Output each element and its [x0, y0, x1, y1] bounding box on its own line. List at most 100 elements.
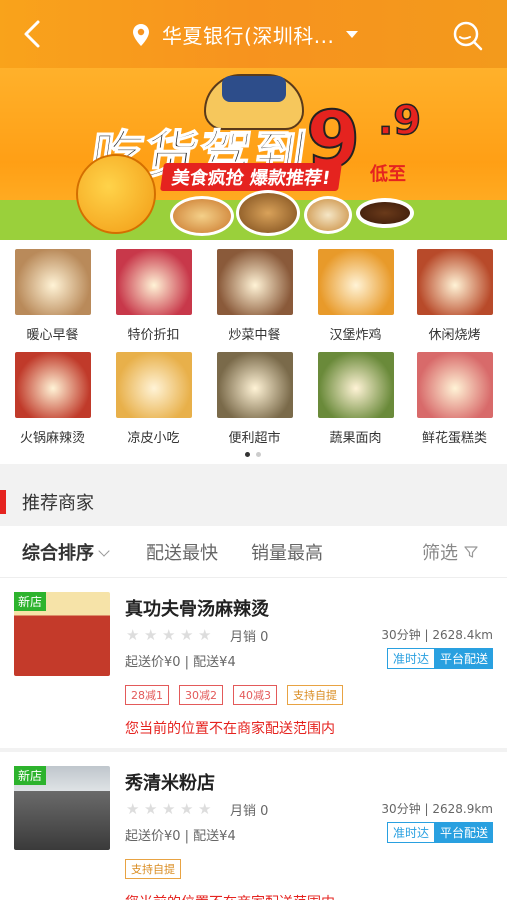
- category-label: 便利超市: [228, 431, 281, 446]
- promo-tags: 28减1 30减2 40减3 支持自提: [125, 685, 343, 705]
- star-icon: ★: [162, 800, 176, 818]
- out-of-range-warning: 您当前的位置不在商家配送范围内: [125, 892, 335, 900]
- category-grid: 暖心早餐 特价折扣 炒菜中餐 汉堡炸鸡 休闲烧烤 火锅麻辣烫 凉皮小吃 便利超市…: [0, 240, 507, 464]
- star-icon: ★: [180, 800, 194, 818]
- category-item[interactable]: 凉皮小吃: [103, 352, 204, 446]
- promo-banner[interactable]: 吃货驾到 9 .9 低至 美食疯抢 爆款推荐!: [0, 68, 507, 240]
- category-image: [317, 249, 394, 315]
- mascot-goggles: [222, 76, 286, 102]
- on-time-tag: 准时达: [386, 822, 435, 843]
- top-bar: 华夏银行(深圳科...: [0, 0, 507, 68]
- star-icon: ★: [180, 626, 194, 644]
- new-shop-badge: 新店: [14, 592, 47, 611]
- category-image: [115, 249, 192, 315]
- shop-name: 秀清米粉店: [125, 773, 215, 794]
- category-label: 鲜花蛋糕类: [421, 431, 487, 446]
- mascot-orange: [76, 154, 156, 234]
- rating-stars: ★ ★ ★ ★ ★: [126, 802, 213, 817]
- monthly-sales: 月销 0: [230, 804, 269, 819]
- location-selector[interactable]: 华夏银行(深圳科...: [132, 20, 359, 49]
- coffee-cup: [356, 198, 414, 228]
- star-icon: ★: [162, 626, 176, 644]
- category-image: [216, 352, 293, 418]
- category-label: 特价折扣: [127, 328, 180, 343]
- category-item[interactable]: 汉堡炸鸡: [305, 249, 406, 343]
- recommended-section-header: 推荐商家: [0, 476, 507, 526]
- sort-comprehensive[interactable]: 综合排序: [22, 539, 110, 565]
- pager-dot[interactable]: [256, 452, 261, 457]
- discount-tag: 40减3: [233, 685, 277, 705]
- platform-delivery-tag: 平台配送: [434, 648, 493, 669]
- category-image: [416, 249, 493, 315]
- funnel-icon: [464, 546, 478, 558]
- platform-delivery-tag: 平台配送: [434, 822, 493, 843]
- location-text: 华夏银行(深圳科...: [162, 24, 335, 48]
- category-item[interactable]: 蔬果面肉: [305, 352, 406, 446]
- monthly-sales: 月销 0: [230, 630, 269, 645]
- category-item[interactable]: 暖心早餐: [2, 249, 103, 343]
- shop-card[interactable]: 新店 秀清米粉店 ★ ★ ★ ★ ★ 月销 0 30分钟 | 2628.9km …: [0, 752, 507, 900]
- delivery-tags: 准时达 平台配送: [386, 822, 493, 843]
- sort-bar: 综合排序 配送最快 销量最高 筛选: [0, 526, 507, 578]
- filter-label: 筛选: [422, 543, 458, 564]
- category-image: [317, 352, 394, 418]
- delivery-eta-distance: 30分钟 | 2628.4km: [381, 628, 493, 642]
- min-order-delivery-fee: 起送价¥0 | 配送¥4: [125, 655, 236, 670]
- sort-comprehensive-label: 综合排序: [22, 543, 94, 564]
- banner-subtitle: 美食疯抢 爆款推荐!: [160, 163, 343, 191]
- search-icon[interactable]: [452, 20, 484, 52]
- category-label: 暖心早餐: [26, 328, 79, 343]
- banner-price-suffix: 低至: [370, 164, 406, 185]
- category-image: [14, 352, 91, 418]
- new-shop-badge: 新店: [14, 766, 47, 785]
- banner-price-small: .9: [377, 97, 422, 145]
- delivery-eta-distance: 30分钟 | 2628.9km: [381, 802, 493, 816]
- category-item[interactable]: 便利超市: [204, 352, 305, 446]
- min-order-delivery-fee: 起送价¥0 | 配送¥4: [125, 829, 236, 844]
- category-image: [115, 352, 192, 418]
- category-item[interactable]: 炒菜中餐: [204, 249, 305, 343]
- rating-stars: ★ ★ ★ ★ ★: [126, 628, 213, 643]
- category-label: 火锅麻辣烫: [19, 431, 85, 446]
- on-time-tag: 准时达: [386, 648, 435, 669]
- chevron-down-icon: [98, 545, 110, 557]
- section-accent-bar: [0, 490, 6, 514]
- category-item[interactable]: 休闲烧烤: [404, 249, 505, 343]
- star-icon: ★: [144, 626, 158, 644]
- promo-tags: 支持自提: [125, 859, 181, 879]
- food-plate: [304, 196, 352, 234]
- food-plate: [170, 196, 234, 236]
- caret-down-icon: [346, 31, 359, 38]
- category-label: 炒菜中餐: [228, 328, 281, 343]
- category-image: [14, 249, 91, 315]
- pager-dots: [245, 452, 261, 457]
- star-icon: ★: [198, 626, 212, 644]
- category-image: [416, 352, 493, 418]
- delivery-tags: 准时达 平台配送: [386, 648, 493, 669]
- star-icon: ★: [198, 800, 212, 818]
- out-of-range-warning: 您当前的位置不在商家配送范围内: [125, 721, 335, 737]
- category-label: 休闲烧烤: [428, 328, 481, 343]
- sort-top-sales[interactable]: 销量最高: [251, 539, 323, 565]
- filter-button[interactable]: 筛选: [422, 539, 478, 565]
- discount-tag: 30减2: [179, 685, 223, 705]
- category-image: [216, 249, 293, 315]
- star-icon: ★: [126, 800, 140, 818]
- pager-dot-active[interactable]: [245, 452, 250, 457]
- section-title: 推荐商家: [22, 493, 94, 514]
- category-item[interactable]: 火锅麻辣烫: [2, 352, 103, 446]
- shop-card[interactable]: 新店 真功夫骨汤麻辣烫 ★ ★ ★ ★ ★ 月销 0 30分钟 | 2628.4…: [0, 578, 507, 748]
- category-item[interactable]: 特价折扣: [103, 249, 204, 343]
- food-plate: [236, 190, 300, 236]
- category-label: 汉堡炸鸡: [329, 328, 382, 343]
- discount-tag: 28减1: [125, 685, 169, 705]
- sort-fastest-delivery[interactable]: 配送最快: [146, 539, 218, 565]
- pickup-tag: 支持自提: [125, 859, 181, 879]
- star-icon: ★: [126, 626, 140, 644]
- category-item[interactable]: 鲜花蛋糕类: [404, 352, 505, 446]
- category-label: 蔬果面肉: [329, 431, 382, 446]
- pickup-tag: 支持自提: [287, 685, 343, 705]
- shop-name: 真功夫骨汤麻辣烫: [125, 599, 269, 620]
- category-label: 凉皮小吃: [127, 431, 180, 446]
- chevron-left-icon[interactable]: [18, 18, 48, 50]
